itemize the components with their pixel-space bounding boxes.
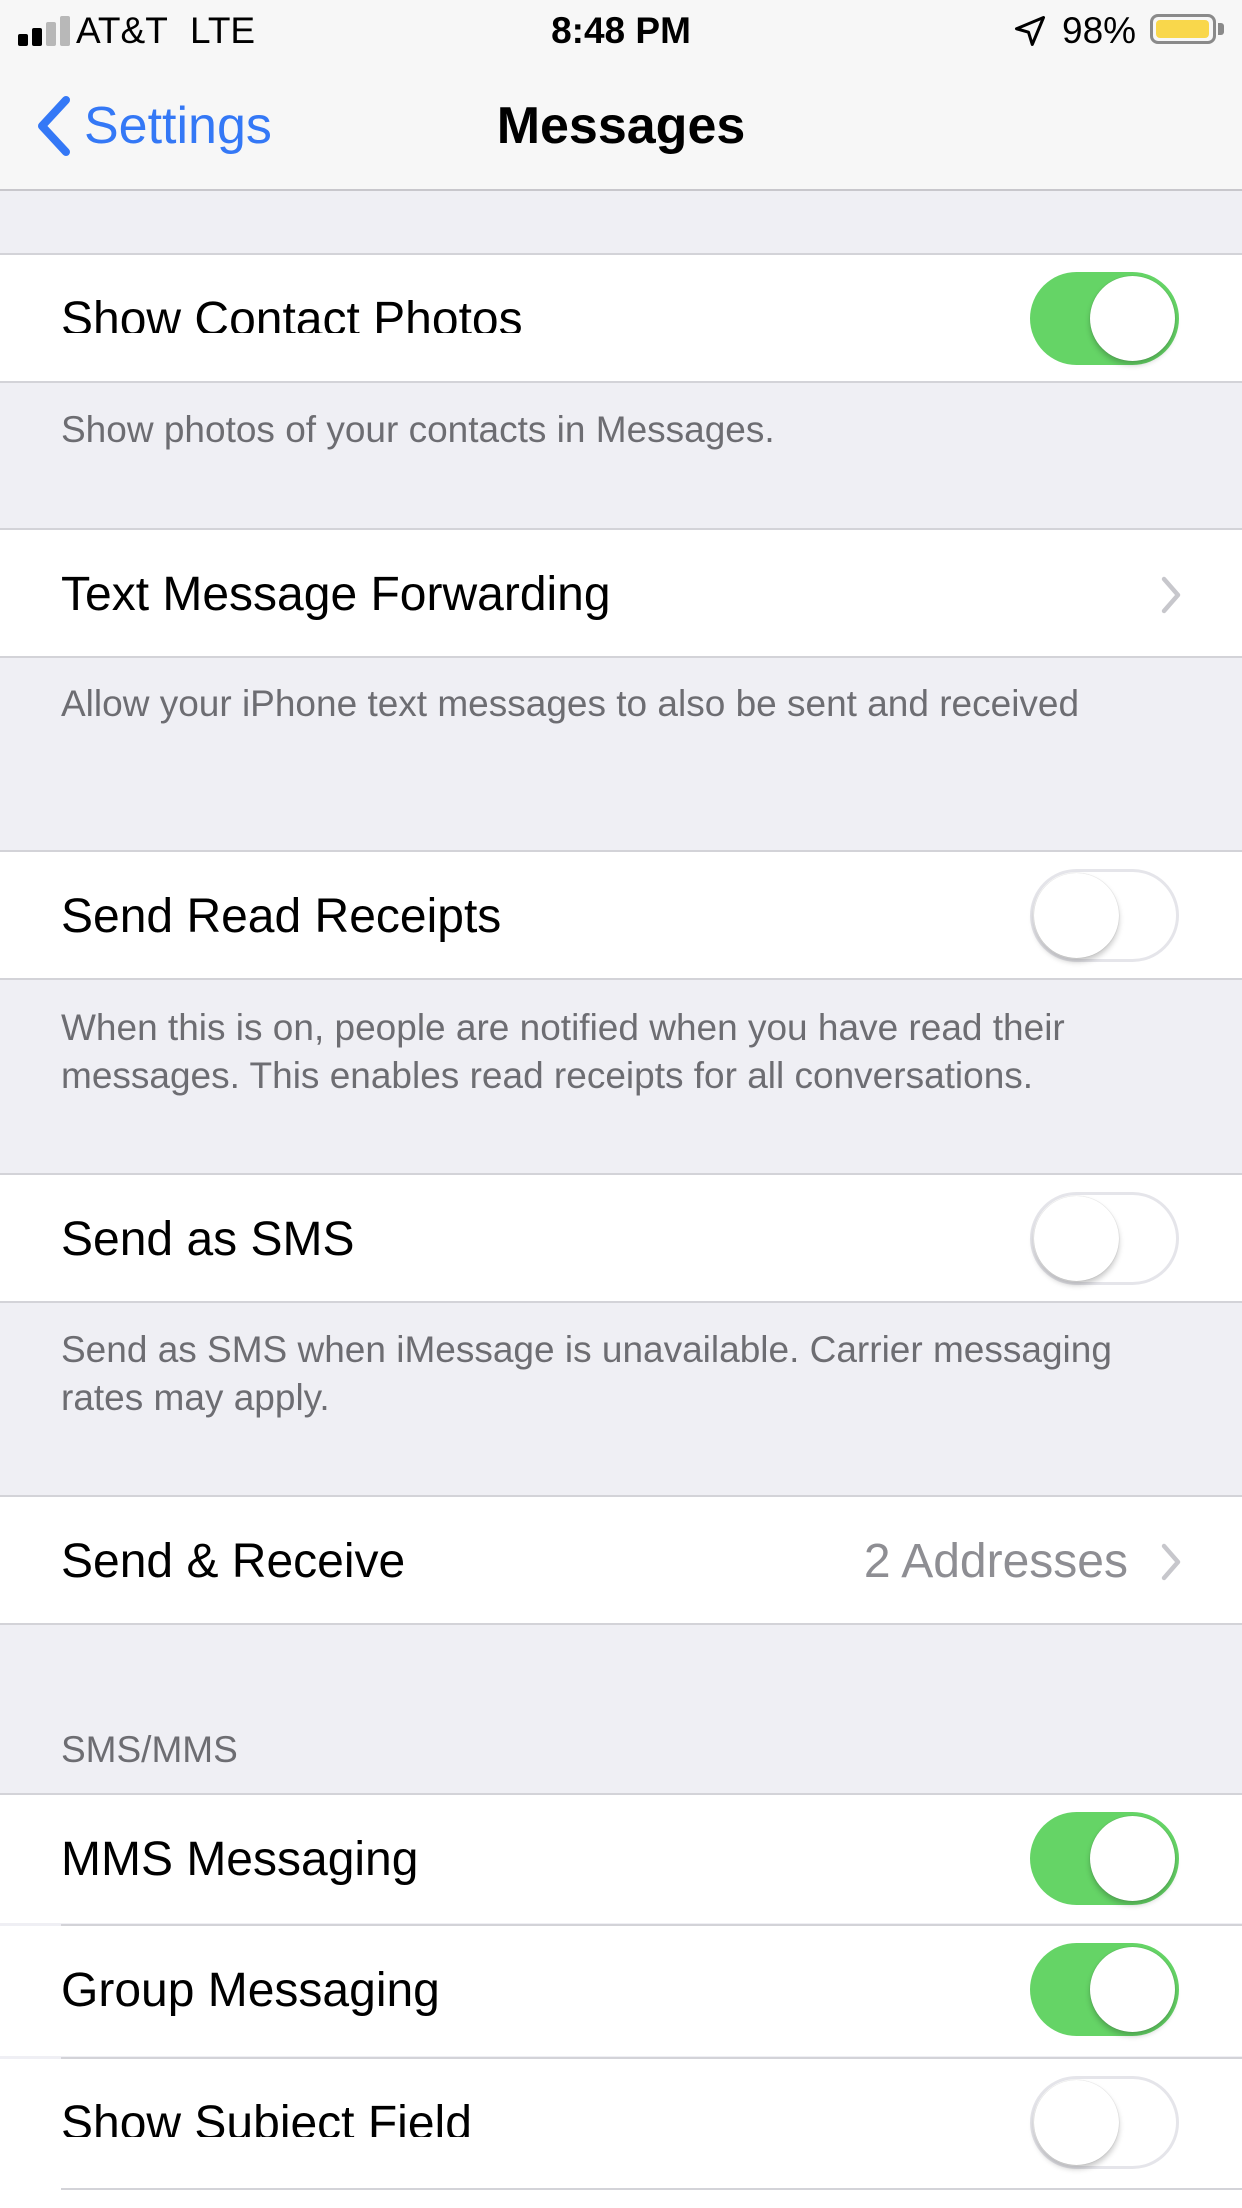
toggle-knob — [1034, 1196, 1119, 1281]
show-subject-field-label: Show Subject Field — [61, 2097, 472, 2150]
battery-icon — [1150, 14, 1216, 44]
row-send-read-receipts: Send Read Receipts — [0, 850, 1242, 980]
battery-cap — [1218, 23, 1224, 35]
location-arrow-icon — [1015, 16, 1045, 46]
send-read-receipts-label: Send Read Receipts — [61, 890, 502, 943]
send-read-receipts-footer: When this is on, people are notified whe… — [61, 1007, 1065, 1096]
row-group-messaging: Group Messaging — [0, 1926, 1242, 2056]
mms-messaging-label: MMS Messaging — [61, 1833, 419, 1886]
row-separator — [61, 2188, 1242, 2190]
mms-messaging-toggle[interactable] — [1030, 1812, 1179, 1905]
battery-percentage: 98% — [1062, 10, 1137, 51]
send-as-sms-footer: Send as SMS when iMessage is unavailable… — [61, 1329, 1112, 1418]
group-messaging-label: Group Messaging — [61, 1964, 440, 2017]
group-messaging-toggle[interactable] — [1030, 1943, 1179, 2036]
row-text-message-forwarding[interactable]: Text Message Forwarding — [0, 528, 1242, 658]
show-contact-photos-toggle[interactable] — [1030, 272, 1179, 365]
clock-time: 8:48 PM — [551, 10, 691, 51]
row-send-as-sms: Send as SMS — [0, 1173, 1242, 1303]
row-send-and-receive[interactable]: Send & Receive 2 Addresses — [0, 1495, 1242, 1625]
toggle-knob — [1034, 873, 1119, 958]
page-title: Messages — [496, 97, 746, 155]
send-and-receive-detail: 2 Addresses — [863, 1535, 1128, 1588]
show-contact-photos-footer: Show photos of your contacts in Messages… — [61, 409, 775, 450]
status-bar: AT&T LTE 8:48 PM 98% — [0, 0, 1242, 62]
toggle-knob — [1034, 2080, 1119, 2165]
toggle-knob — [1090, 1816, 1175, 1901]
toggle-knob — [1090, 276, 1175, 361]
send-as-sms-label: Send as SMS — [61, 1213, 355, 1266]
send-as-sms-toggle[interactable] — [1030, 1192, 1179, 1285]
send-read-receipts-toggle[interactable] — [1030, 869, 1179, 962]
chevron-right-icon — [1161, 1543, 1181, 1581]
row-mms-messaging: MMS Messaging — [0, 1793, 1242, 1923]
battery-level-fill — [1156, 20, 1209, 38]
text-message-forwarding-label: Text Message Forwarding — [61, 568, 611, 621]
navigation-bar: Settings Messages — [0, 62, 1242, 191]
row-show-contact-photos: Show Contact Photos — [0, 253, 1242, 383]
toggle-knob — [1090, 1947, 1175, 2032]
text-message-forwarding-footer: Allow your iPhone text messages to also … — [61, 683, 1080, 724]
row-show-subject-field: Show Subject Field — [0, 2059, 1242, 2208]
send-and-receive-label: Send & Receive — [61, 1535, 406, 1588]
chevron-right-icon — [1161, 576, 1181, 614]
sms-mms-section-header: SMS/MMS — [61, 1729, 238, 1770]
show-subject-field-toggle[interactable] — [1030, 2076, 1179, 2169]
show-contact-photos-label: Show Contact Photos — [61, 293, 523, 346]
